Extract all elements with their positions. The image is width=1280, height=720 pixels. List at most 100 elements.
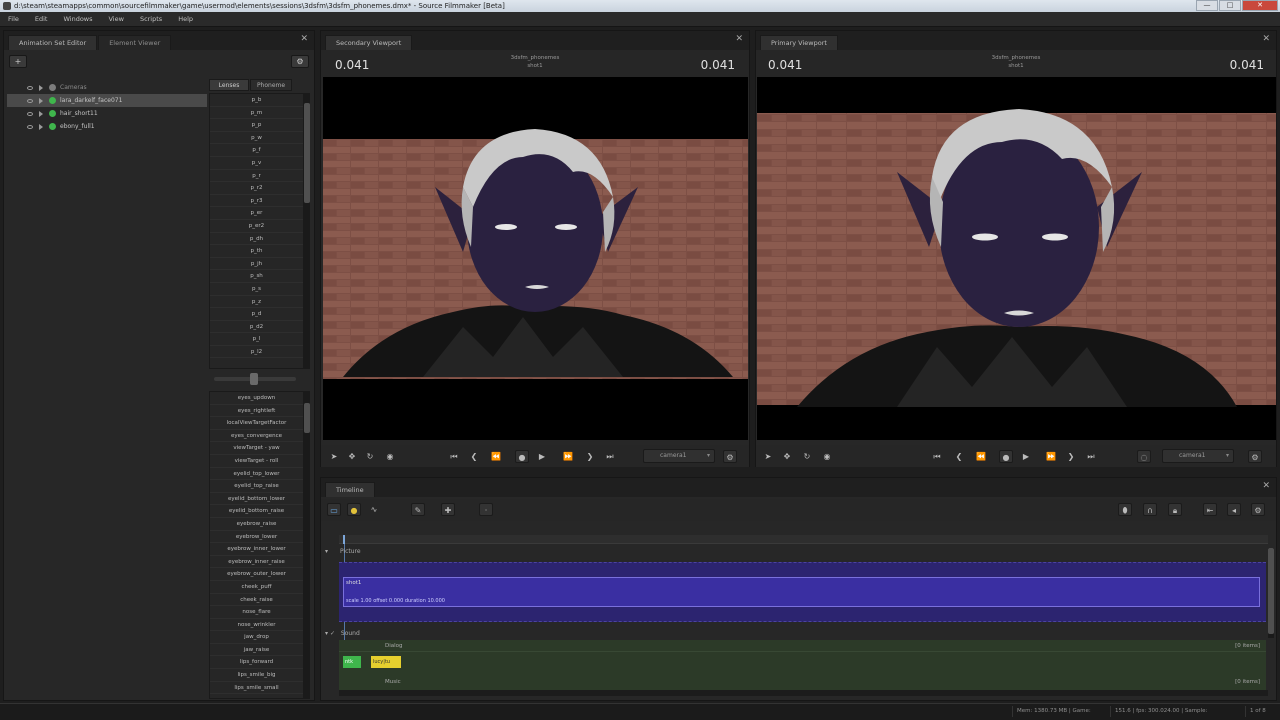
list-item[interactable]: p_m (210, 107, 303, 120)
tab-element-viewer[interactable]: Element Viewer (98, 35, 172, 50)
close-window-button[interactable]: ✕ (1242, 0, 1278, 11)
record-button[interactable]: ● (515, 450, 529, 463)
magnet-icon[interactable]: ∩ (1143, 503, 1157, 516)
list-item[interactable]: lips_smile_small (210, 682, 303, 695)
zoom-prev-icon[interactable]: ◂ (1227, 503, 1241, 516)
list-item[interactable]: eyes_rightleft (210, 405, 303, 418)
close-panel-icon[interactable]: ✕ (1262, 34, 1270, 44)
prev-key-button[interactable]: ⏮ (447, 450, 461, 463)
maximize-button[interactable]: □ (1219, 0, 1241, 11)
sound-clip-green[interactable]: ntk (343, 656, 361, 668)
go-start-button[interactable]: ⏪ (489, 450, 503, 463)
list-item[interactable]: p_l (210, 333, 303, 346)
visibility-eye-icon[interactable] (27, 98, 33, 103)
play-button[interactable]: ▶ (1019, 450, 1033, 463)
tree-row-hair-short[interactable]: hair_short11 (7, 107, 207, 120)
prev-frame-button[interactable]: ❮ (952, 450, 966, 463)
menu-view[interactable]: View (101, 15, 132, 23)
playhead-marker[interactable] (343, 535, 345, 544)
list-item[interactable]: p_jh (210, 258, 303, 271)
camera-dropdown[interactable]: camera1 (1162, 449, 1234, 463)
go-start-button[interactable]: ⏪ (974, 450, 988, 463)
lock-view-icon[interactable]: ◌ (1137, 450, 1151, 463)
viewport-settings-icon[interactable]: ⚙ (1248, 450, 1262, 463)
list-item[interactable]: p_f (210, 144, 303, 157)
list-item[interactable]: p_r (210, 170, 303, 183)
menu-file[interactable]: File (0, 15, 27, 23)
next-frame-button[interactable]: ❯ (583, 450, 597, 463)
timeline-hscroll[interactable] (339, 690, 1268, 696)
rotate-tool-icon[interactable]: ↻ (363, 450, 377, 463)
list-item[interactable]: eyelid_top_lower (210, 468, 303, 481)
check-icon[interactable]: ✓ (330, 630, 335, 637)
list-item[interactable]: p_v (210, 157, 303, 170)
list-item[interactable]: p_w (210, 132, 303, 145)
clip-editor-mode-icon[interactable]: ▭ (327, 503, 341, 516)
list-item[interactable]: eyebrow_lower (210, 531, 303, 544)
motion-editor-mode-icon[interactable]: ● (347, 503, 361, 516)
sound-clip-yellow[interactable]: lucy|tu (371, 656, 401, 668)
collapse-arrow-icon[interactable]: ▾ (325, 630, 328, 637)
go-end-button[interactable]: ⏩ (1044, 450, 1058, 463)
expand-arrow-icon[interactable] (39, 97, 43, 104)
list-item[interactable]: eyebrow_inner_lower (210, 543, 303, 556)
close-panel-icon[interactable]: ✕ (300, 34, 308, 44)
move-tool-icon[interactable]: ✥ (780, 450, 794, 463)
timeline-scrollbar[interactable] (1268, 548, 1274, 638)
menu-help[interactable]: Help (170, 15, 201, 23)
timeline-settings-icon[interactable]: ⚙ (1251, 503, 1265, 516)
pivot-tool-icon[interactable]: ◉ (820, 450, 834, 463)
tab-animation-set-editor[interactable]: Animation Set Editor (8, 35, 98, 50)
list-item[interactable]: p_r3 (210, 195, 303, 208)
minimize-button[interactable]: — (1196, 0, 1218, 11)
list-item[interactable]: p_th (210, 245, 303, 258)
rotate-tool-icon[interactable]: ↻ (800, 450, 814, 463)
list-item[interactable]: p_er (210, 207, 303, 220)
collapse-arrow-icon[interactable]: ▾ (325, 548, 328, 555)
prev-frame-button[interactable]: ❮ (467, 450, 481, 463)
list-item[interactable]: p_d (210, 308, 303, 321)
scrollbar-thumb[interactable] (304, 103, 310, 203)
list-item[interactable]: p_s (210, 283, 303, 296)
list-item[interactable]: viewTarget - roll (210, 455, 303, 468)
list-item[interactable]: p_sh (210, 270, 303, 283)
list-item[interactable]: p_p (210, 119, 303, 132)
lock-icon[interactable]: 🔒︎ (1168, 503, 1182, 516)
next-key-button[interactable]: ⏭ (603, 450, 617, 463)
zoom-fit-icon[interactable]: ⇤ (1203, 503, 1217, 516)
list-item[interactable]: eyelid_top_raise (210, 480, 303, 493)
list-item[interactable]: p_d2 (210, 321, 303, 334)
viewport-settings-icon[interactable]: ⚙ (723, 450, 737, 463)
list-item[interactable]: lips_forward (210, 656, 303, 670)
list-item[interactable]: nose_wrinkler (210, 619, 303, 632)
next-frame-button[interactable]: ❯ (1064, 450, 1078, 463)
next-key-button[interactable]: ⏭ (1084, 450, 1098, 463)
list-item[interactable]: lips_smile_big (210, 669, 303, 682)
tab-timeline[interactable]: Timeline (325, 482, 375, 497)
close-panel-icon[interactable]: ✕ (735, 34, 743, 44)
list-item[interactable]: eyebrow_raise (210, 518, 303, 531)
camera-dropdown[interactable]: camera1 (643, 449, 715, 463)
menu-windows[interactable]: Windows (55, 15, 100, 23)
list-item[interactable]: jaw_raise (210, 644, 303, 657)
list-item[interactable]: localViewTargetFactor (210, 417, 303, 430)
go-end-button[interactable]: ⏩ (561, 450, 575, 463)
slider-handle[interactable] (250, 373, 258, 385)
list-item[interactable]: p_b (210, 94, 303, 107)
add-track-icon[interactable]: ✚ (441, 503, 455, 516)
menu-scripts[interactable]: Scripts (132, 15, 170, 23)
list-item[interactable]: p_dh (210, 233, 303, 246)
visibility-eye-icon[interactable] (27, 124, 33, 129)
shot-clip[interactable]: shot1 scale 1.00 offset 0.000 duration 1… (343, 577, 1260, 607)
list-item[interactable]: eyelid_bottom_lower (210, 493, 303, 506)
list-item[interactable]: p_l2 (210, 346, 303, 359)
menu-edit[interactable]: Edit (27, 15, 56, 23)
select-tool-icon[interactable]: ➤ (327, 450, 341, 463)
control-scrollbar[interactable] (304, 391, 310, 699)
razor-tool-icon[interactable]: ✎ (411, 503, 425, 516)
list-item[interactable]: eyes_convergence (210, 430, 303, 443)
add-animation-set-button[interactable]: + (9, 55, 27, 68)
marker-icon[interactable]: ⬮ (1118, 503, 1132, 516)
list-item[interactable]: p_r2 (210, 182, 303, 195)
snap-tool-icon[interactable]: · (479, 503, 493, 516)
